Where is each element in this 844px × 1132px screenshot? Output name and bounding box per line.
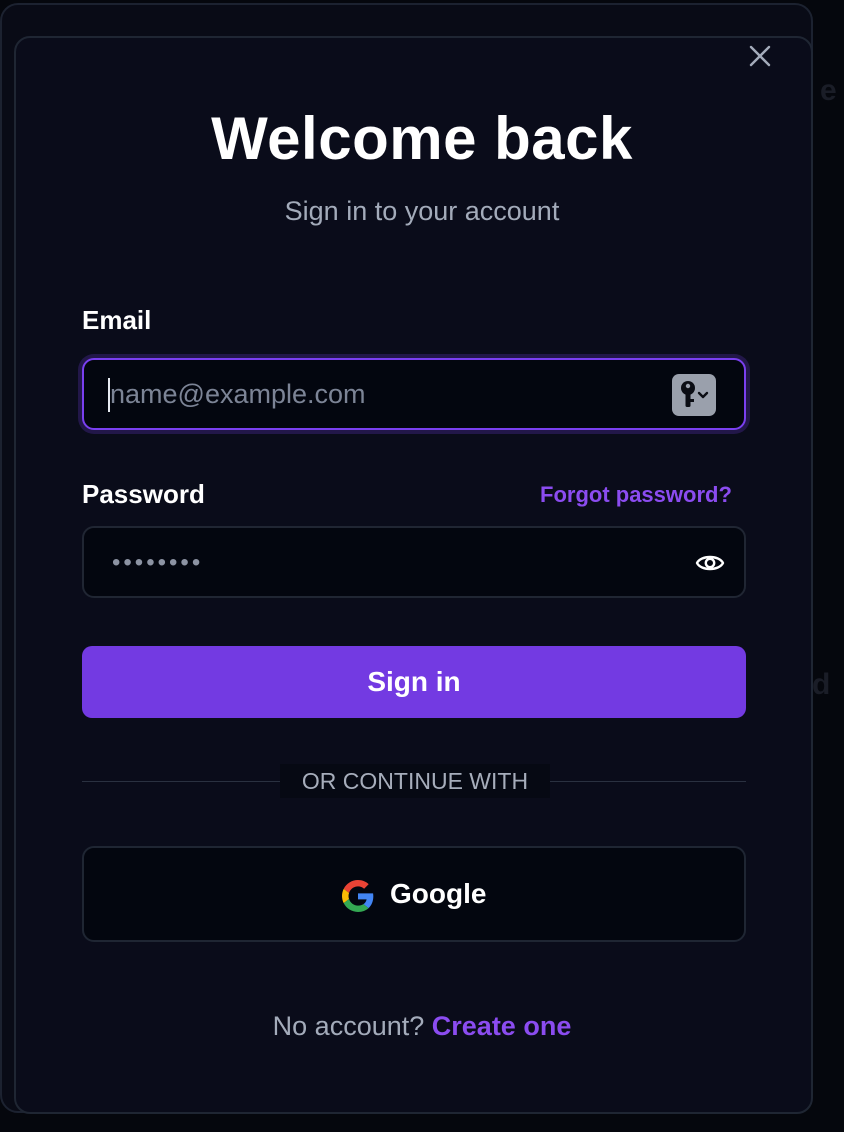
- email-field[interactable]: [82, 358, 746, 430]
- password-masked-value: ••••••••: [112, 549, 204, 576]
- email-input[interactable]: [108, 360, 668, 428]
- background-text: d: [812, 668, 831, 701]
- dialog-title: Welcome back: [211, 105, 633, 172]
- email-label: Email: [82, 305, 152, 335]
- password-label: Password: [82, 479, 205, 509]
- divider-label: OR CONTINUE WITH: [280, 764, 550, 798]
- google-sign-in-button[interactable]: Google: [82, 846, 746, 942]
- forgot-password-link[interactable]: Forgot password?: [540, 480, 732, 510]
- dialog-subtitle: Sign in to your account: [284, 196, 560, 226]
- divider-line-right: [550, 781, 746, 782]
- divider-line-left: [82, 781, 280, 782]
- key-icon: [681, 381, 709, 407]
- close-icon: [749, 45, 771, 67]
- close-button[interactable]: [746, 42, 774, 70]
- sign-in-button[interactable]: Sign in: [82, 646, 746, 718]
- google-icon: [342, 880, 374, 912]
- password-manager-button[interactable]: [672, 374, 716, 416]
- create-account-link[interactable]: Create one: [432, 1011, 572, 1041]
- google-button-label: Google: [390, 878, 487, 909]
- text-caret: [108, 378, 110, 412]
- footer-text: No account? Create one: [0, 1008, 844, 1044]
- background-text: e: [820, 74, 837, 107]
- eye-icon: [695, 555, 725, 571]
- password-field[interactable]: ••••••••: [82, 526, 746, 598]
- toggle-password-visibility-button[interactable]: [694, 548, 726, 578]
- no-account-prompt: No account?: [272, 1011, 425, 1041]
